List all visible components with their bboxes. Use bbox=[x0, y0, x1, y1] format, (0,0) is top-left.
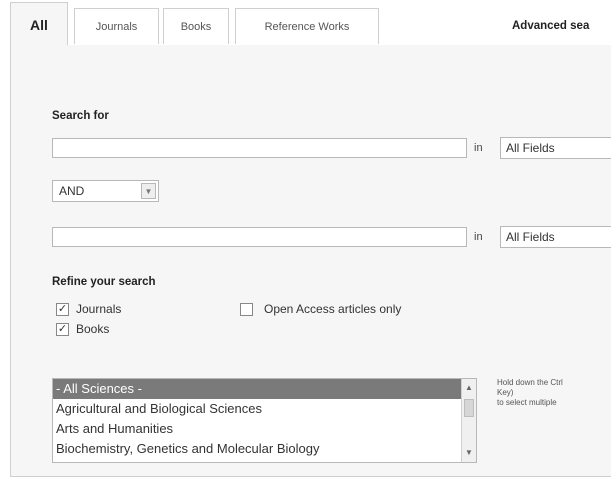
boolean-operator-value: AND bbox=[59, 184, 85, 198]
tab-all[interactable]: All bbox=[10, 2, 68, 46]
books-checkbox[interactable]: ✓ bbox=[56, 323, 69, 336]
tab-books-label: Books bbox=[180, 20, 212, 33]
field-select-2[interactable]: All Fields bbox=[500, 226, 611, 248]
field-select-1-value: All Fields bbox=[506, 141, 555, 155]
checkmark-icon: ✓ bbox=[57, 323, 68, 335]
tab-journals[interactable]: Journals bbox=[74, 8, 159, 44]
chevron-up-icon[interactable]: ▲ bbox=[462, 381, 476, 395]
hint-line: Key) bbox=[497, 388, 514, 397]
chevron-down-icon[interactable]: ▼ bbox=[141, 183, 156, 199]
subject-area-listbox[interactable]: - All Sciences - Agricultural and Biolog… bbox=[52, 378, 477, 463]
checkmark-icon: ✓ bbox=[57, 303, 68, 315]
list-item[interactable]: Agricultural and Biological Sciences bbox=[53, 399, 476, 419]
boolean-operator-select[interactable]: AND ▼ bbox=[52, 180, 159, 202]
in-label-2: in bbox=[474, 231, 483, 243]
journals-checkbox-label: Journals bbox=[76, 302, 122, 316]
list-item[interactable]: Biochemistry, Genetics and Molecular Bio… bbox=[53, 439, 476, 459]
tab-books[interactable]: Books bbox=[163, 8, 229, 44]
tab-reference-works-label: Reference Works bbox=[264, 20, 350, 33]
tab-all-label: All bbox=[30, 16, 48, 33]
list-item[interactable]: - All Sciences - bbox=[53, 379, 476, 399]
open-access-checkbox-label: Open Access articles only bbox=[264, 302, 402, 316]
hint-line: Hold down the Ctrl bbox=[497, 378, 563, 387]
multi-select-hint: Hold down the Ctrl Key) to select multip… bbox=[497, 378, 611, 408]
hint-line: to select multiple bbox=[497, 398, 557, 407]
in-label-1: in bbox=[474, 142, 483, 154]
open-access-checkbox[interactable] bbox=[240, 303, 253, 316]
tab-reference-works[interactable]: Reference Works bbox=[235, 8, 379, 44]
scrollbar-thumb[interactable] bbox=[464, 399, 474, 417]
search-term-1-input[interactable] bbox=[52, 138, 467, 158]
books-checkbox-label: Books bbox=[76, 322, 110, 336]
search-term-2-input[interactable] bbox=[52, 227, 467, 247]
journals-checkbox[interactable]: ✓ bbox=[56, 303, 69, 316]
search-for-label: Search for bbox=[52, 110, 109, 122]
field-select-2-value: All Fields bbox=[506, 230, 555, 244]
tab-bar: All Journals Books Reference Works Advan… bbox=[0, 0, 611, 46]
list-item[interactable]: Arts and Humanities bbox=[53, 419, 476, 439]
chevron-down-icon[interactable]: ▼ bbox=[462, 446, 476, 460]
tab-journals-label: Journals bbox=[95, 20, 138, 33]
field-select-1[interactable]: All Fields bbox=[500, 137, 611, 159]
refine-label: Refine your search bbox=[52, 276, 156, 288]
listbox-scrollbar[interactable]: ▲ ▼ bbox=[461, 379, 476, 462]
page-title: Advanced sea bbox=[512, 20, 590, 32]
